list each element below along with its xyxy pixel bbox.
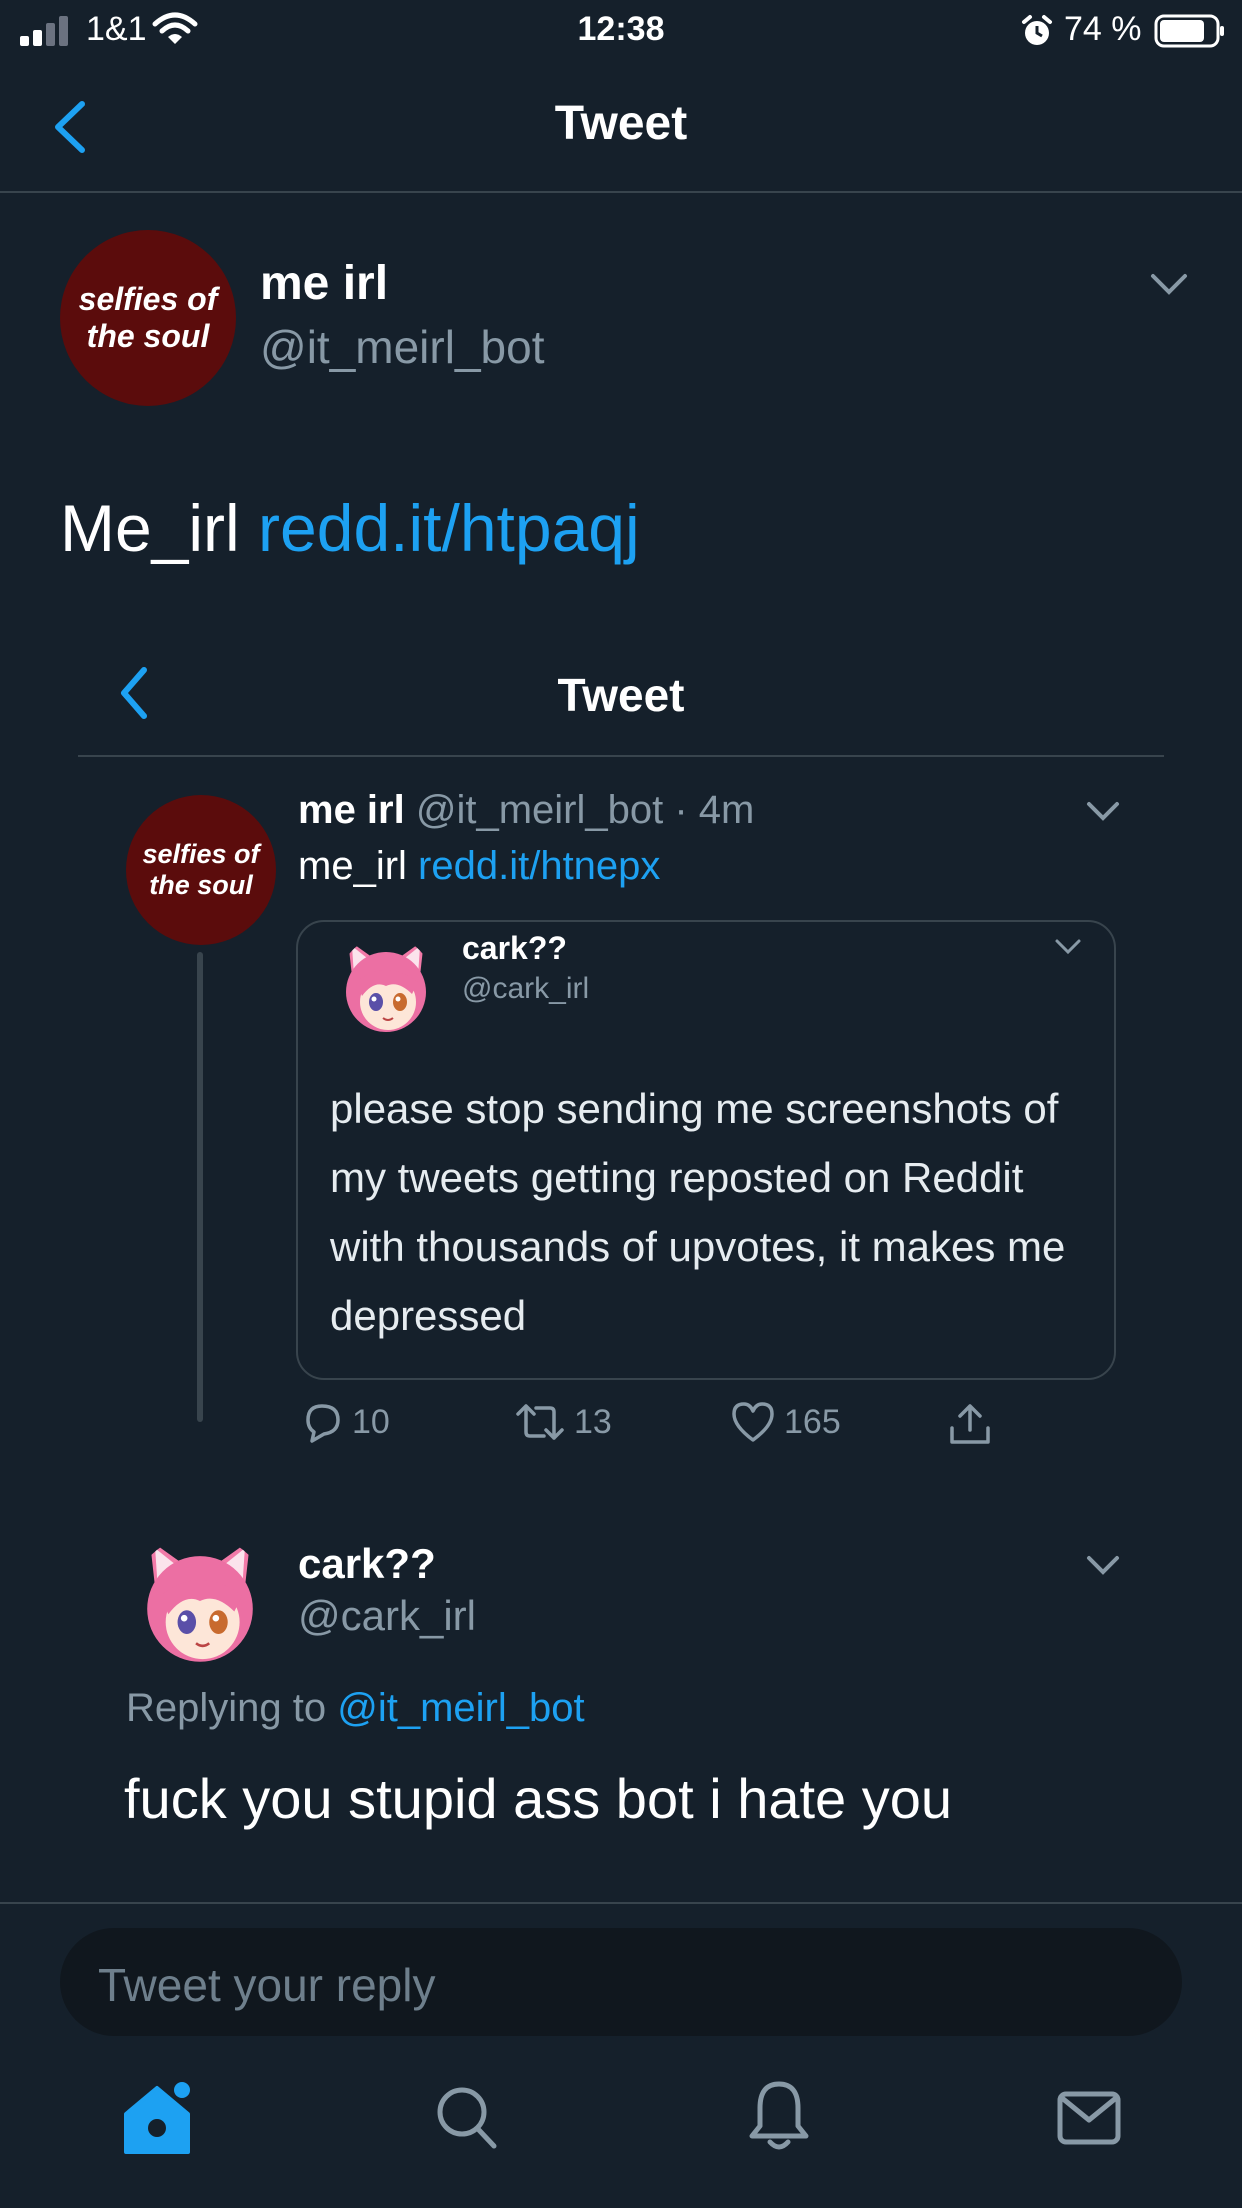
home-icon[interactable] — [118, 2080, 196, 2158]
image-header-divider — [78, 755, 1164, 757]
replying-to: Replying to @it_meirl_bot — [126, 1686, 585, 1730]
header-divider — [0, 191, 1242, 193]
share-icon — [950, 1404, 990, 1444]
avatar[interactable]: selfies of the soul — [60, 230, 236, 406]
battery-percent: 74 % — [1064, 10, 1142, 48]
image-header-title: Tweet — [557, 669, 685, 721]
bot-tweet-header: me irl @it_meirl_bot · 4m — [298, 788, 754, 833]
thread-line — [197, 952, 203, 1422]
author-name[interactable]: me irl — [260, 256, 388, 311]
page-title: Tweet — [554, 97, 688, 150]
reply-icon — [306, 1404, 340, 1443]
chevron-down-icon — [1087, 1556, 1119, 1575]
reply-author-name: cark?? — [298, 1540, 436, 1587]
avatar — [132, 1535, 268, 1667]
reply-divider — [0, 1902, 1242, 1904]
notifications-icon[interactable] — [746, 2078, 812, 2154]
reply-author-handle: @cark_irl — [298, 1592, 476, 1639]
author-name: me irl — [298, 788, 405, 832]
search-icon[interactable] — [434, 2084, 500, 2152]
bot-tweet-text: me_irl redd.it/htnepx — [298, 844, 661, 888]
alarm-icon — [1022, 15, 1052, 45]
retweet-action: 13 — [514, 1400, 612, 1444]
messages-icon[interactable] — [1056, 2090, 1122, 2146]
clock: 12:38 — [577, 10, 665, 48]
tweet-link[interactable]: redd.it/htpaqj — [258, 491, 640, 565]
retweet-icon — [516, 1404, 564, 1440]
tweet-image[interactable]: Tweet selfies of the soul me irl @it_mei… — [78, 620, 1164, 1850]
tab-bar — [0, 2060, 1242, 2208]
status-bar: 1&1 12:38 74 % — [0, 0, 1242, 64]
reply-placeholder: Tweet your reply — [98, 1959, 436, 2011]
reply-input[interactable]: Tweet your reply — [60, 1928, 1182, 2036]
like-action: 165 — [730, 1400, 841, 1444]
action-row: 10 13 165 — [300, 1400, 1080, 1460]
chevron-down-icon[interactable] — [1150, 272, 1188, 296]
reply-action: 10 — [300, 1400, 390, 1444]
reply-tweet-text: fuck you stupid ass bot i hate you — [124, 1767, 953, 1830]
quoted-tweet-text: please stop sending me screenshots of my… — [330, 1085, 1066, 1339]
avatar — [338, 936, 434, 1036]
avatar: selfies of the soul — [126, 795, 276, 945]
tweet-text: Me_irl redd.it/htpaqj — [60, 491, 640, 565]
quoted-author-handle: @cark_irl — [462, 972, 590, 1005]
heart-icon — [732, 1402, 774, 1442]
chevron-down-icon — [1087, 802, 1119, 821]
handle-time: @it_meirl_bot · 4m — [415, 788, 755, 832]
quoted-author-name: cark?? — [462, 930, 567, 966]
battery-icon — [1154, 14, 1224, 48]
quoted-tweet-card: cark?? @cark_irl please stop sending me … — [296, 920, 1116, 1380]
chevron-down-icon — [1055, 939, 1081, 955]
author-handle[interactable]: @it_meirl_bot — [260, 320, 544, 374]
